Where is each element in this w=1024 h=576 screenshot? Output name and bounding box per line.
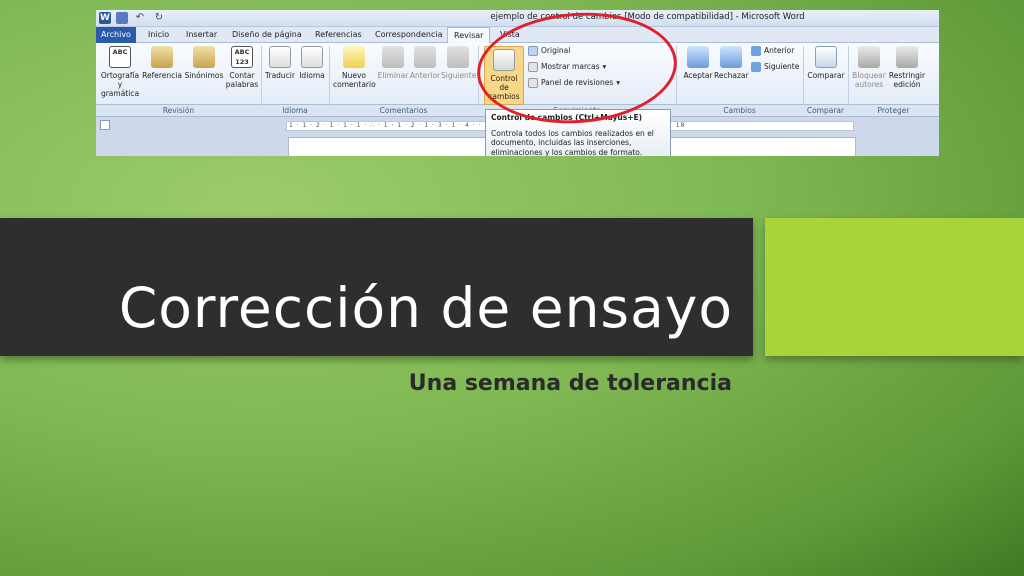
translate-label: Traducir xyxy=(265,71,295,80)
block-authors-label: Bloquear autores xyxy=(852,71,886,89)
previous-change-label: Anterior xyxy=(764,46,795,55)
tab-referencias[interactable]: Referencias xyxy=(309,27,368,43)
window-title: ejemplo de control de cambios [Modo de c… xyxy=(490,12,805,22)
new-comment-label: Nuevo comentario xyxy=(333,71,376,89)
group-label-cambios: Cambios xyxy=(723,106,756,115)
next-comment-button[interactable]: Siguiente xyxy=(441,46,477,80)
delete-comment-button[interactable]: Eliminar xyxy=(376,46,410,80)
reject-icon xyxy=(720,46,742,68)
reference-button[interactable]: Referencia xyxy=(142,46,182,80)
spelling-label: Ortografía y gramática xyxy=(100,71,140,98)
next-change-button[interactable]: Siguiente xyxy=(751,61,799,73)
slide-subtitle: Una semana de tolerancia xyxy=(408,371,732,396)
synonyms-book-icon xyxy=(193,46,215,68)
next-comment-icon xyxy=(447,46,469,68)
compare-label: Comparar xyxy=(807,71,845,80)
count-words-icon: ABC 123 xyxy=(231,46,253,68)
previous-comment-button[interactable]: Anterior xyxy=(409,46,441,80)
compare-button[interactable]: Comparar xyxy=(806,46,846,80)
reject-label: Rechazar xyxy=(714,71,749,80)
reference-book-icon xyxy=(151,46,173,68)
translate-icon xyxy=(269,46,291,68)
accept-button[interactable]: Aceptar xyxy=(681,46,715,80)
reject-button[interactable]: Rechazar xyxy=(714,46,749,80)
block-authors-button[interactable]: Bloquear autores xyxy=(851,46,887,89)
group-label-idioma: Idioma xyxy=(282,106,308,115)
synonyms-label: Sinónimos xyxy=(184,71,224,80)
spelling-button[interactable]: ABC Ortografía y gramática xyxy=(99,46,141,98)
previous-change-button[interactable]: Anterior xyxy=(751,45,794,57)
next-arrow-icon xyxy=(751,62,761,72)
previous-comment-icon xyxy=(414,46,436,68)
group-divider xyxy=(261,46,262,114)
new-comment-icon xyxy=(343,46,365,68)
group-divider xyxy=(848,46,849,114)
restrict-editing-button[interactable]: Restringir edición xyxy=(887,46,927,89)
group-label-comparar: Comparar xyxy=(806,106,845,115)
next-change-label: Siguiente xyxy=(764,62,800,71)
tab-revisar[interactable]: Revisar xyxy=(447,27,491,43)
slide-title: Corrección de ensayo xyxy=(118,276,733,340)
spelling-icon: ABC xyxy=(109,46,131,68)
tab-correspondencia[interactable]: Correspondencia xyxy=(369,27,448,43)
accept-label: Aceptar xyxy=(683,71,713,80)
group-divider xyxy=(803,46,804,114)
restrict-editing-label: Restringir edición xyxy=(888,71,926,89)
title-bar: W ↶ ↻ ejemplo de control de cambios [Mod… xyxy=(96,10,939,27)
accept-check-icon xyxy=(687,46,709,68)
lock-icon xyxy=(896,46,918,68)
group-label-revision: Revisión xyxy=(162,106,195,115)
previous-comment-label: Anterior xyxy=(409,71,441,80)
previous-arrow-icon xyxy=(751,46,761,56)
delete-comment-icon xyxy=(382,46,404,68)
tab-archivo[interactable]: Archivo xyxy=(96,27,136,43)
compare-icon xyxy=(815,46,837,68)
group-label-proteger: Proteger xyxy=(877,106,910,115)
synonyms-button[interactable]: Sinónimos xyxy=(183,46,225,80)
language-button[interactable]: Idioma xyxy=(297,46,327,80)
tab-insertar[interactable]: Insertar xyxy=(180,27,223,43)
translate-button[interactable]: Traducir xyxy=(263,46,297,80)
tab-inicio[interactable]: Inicio xyxy=(142,27,175,43)
next-comment-label: Siguiente xyxy=(441,71,477,80)
tab-diseno-pagina[interactable]: Diseño de página xyxy=(226,27,308,43)
tab-selector-icon[interactable] xyxy=(100,120,110,130)
accent-square xyxy=(765,218,1024,356)
language-icon xyxy=(301,46,323,68)
title-band: Corrección de ensayo xyxy=(0,218,753,356)
new-comment-button[interactable]: Nuevo comentario xyxy=(333,46,376,89)
group-label-comentarios: Comentarios xyxy=(379,106,428,115)
language-label: Idioma xyxy=(299,71,325,80)
word-screenshot: W ↶ ↻ ejemplo de control de cambios [Mod… xyxy=(96,10,939,156)
group-divider xyxy=(329,46,330,114)
delete-comment-label: Eliminar xyxy=(377,71,409,80)
block-authors-icon xyxy=(858,46,880,68)
reference-label: Referencia xyxy=(142,71,182,80)
count-words-button[interactable]: ABC 123 Contar palabras xyxy=(224,46,260,89)
tooltip-body: Controla todos los cambios realizados en… xyxy=(491,128,654,157)
count-words-label: Contar palabras xyxy=(225,71,259,89)
